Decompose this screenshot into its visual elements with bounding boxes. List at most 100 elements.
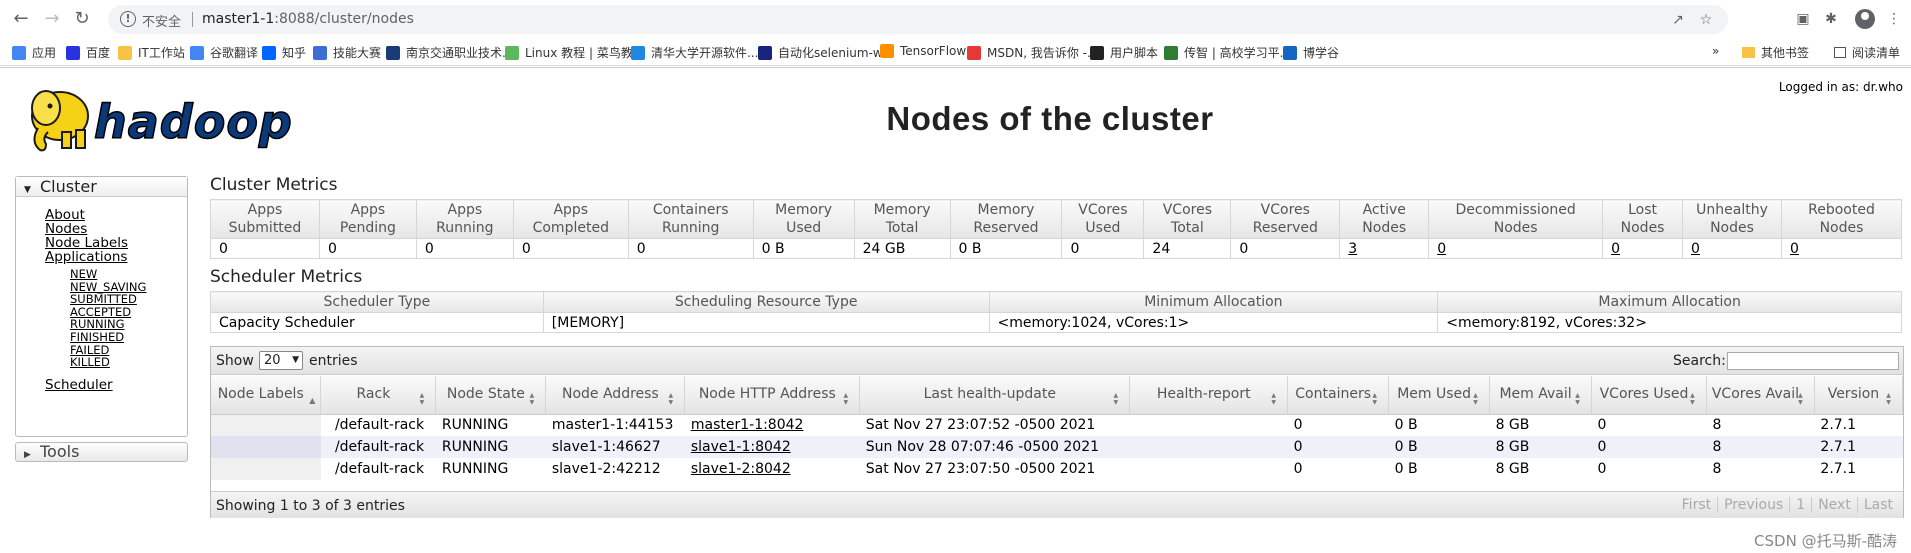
bookmark-item[interactable]: 谷歌翻译: [190, 44, 258, 61]
sidebar-link-scheduler[interactable]: Scheduler: [45, 377, 113, 393]
scheduler-metric-header: Minimum Allocation: [988, 291, 1439, 313]
bookmark-other[interactable]: 其他书签: [1742, 44, 1809, 61]
cluster-metric-value: 24: [1143, 238, 1232, 259]
bookmark-item[interactable]: 自动化selenium-w...: [758, 44, 893, 61]
nodes-column-header-label: Last health-update: [923, 386, 1056, 403]
node-http-address-link[interactable]: slave1-2:8042: [691, 461, 791, 477]
sidebar-app-state-killed[interactable]: KILLED: [70, 355, 110, 369]
cluster-metric-header-line: Nodes: [1710, 220, 1754, 236]
bookmarks-more-button[interactable]: »: [1712, 44, 1719, 58]
back-arrow-icon[interactable]: ←: [9, 7, 33, 31]
pager-next-button[interactable]: Next: [1811, 497, 1857, 513]
bookmark-label: 用户脚本: [1110, 46, 1159, 60]
pager-previous-button[interactable]: Previous: [1717, 497, 1789, 513]
cluster-metric-header: VCores Used: [1061, 199, 1145, 239]
sort-both-icon: ▲▼: [528, 391, 536, 406]
tab-search-icon[interactable]: ▣: [1793, 9, 1813, 29]
nodes-column-header[interactable]: Rack ▲▼: [320, 376, 437, 415]
cluster-metric-header-line: Containers: [652, 202, 729, 218]
bookmark-item[interactable]: IT工作站: [118, 44, 185, 61]
cluster-metric-header-line: Total: [885, 220, 919, 236]
warning-icon: !: [120, 11, 136, 27]
table-cell: Sun Nov 28 07:07:46 -0500 2021: [859, 436, 1130, 458]
cluster-metric-header-line: Reserved: [973, 220, 1039, 236]
share-icon[interactable]: ↗: [1668, 10, 1688, 30]
sidebar-tools-header[interactable]: ▶ Tools: [15, 442, 188, 462]
nodes-column-header[interactable]: Mem Used ▲▼: [1388, 376, 1491, 415]
nodes-column-header[interactable]: Version ▲▼: [1814, 376, 1904, 415]
search-input[interactable]: [1727, 352, 1899, 370]
cluster-metric-header: Decommissioned Nodes: [1428, 199, 1604, 239]
page-size-select[interactable]: 20 ▼: [259, 351, 303, 370]
bookmark-item[interactable]: TensorFlow: [880, 44, 966, 58]
url-text[interactable]: master1-1:8088/cluster/nodes: [202, 11, 414, 27]
cluster-metric-header: Memory Total: [853, 199, 951, 239]
profile-avatar-icon[interactable]: [1855, 9, 1875, 29]
pager-last-button[interactable]: Last: [1856, 497, 1899, 513]
table-cell: /default-rack: [320, 414, 436, 436]
forward-arrow-icon[interactable]: →: [40, 7, 64, 31]
sort-both-icon: ▲▼: [1688, 391, 1696, 406]
bookmark-item[interactable]: Linux 教程 | 菜鸟教...: [505, 44, 644, 61]
nodes-column-header[interactable]: VCores Used ▲▼: [1591, 376, 1707, 415]
table-cell: [211, 436, 321, 458]
cluster-metric-link[interactable]: 0: [1790, 241, 1799, 257]
bookmark-label: 清华大学开源软件...: [651, 46, 759, 60]
folder-icon: [1742, 47, 1755, 58]
cluster-metric-value: 0: [1780, 238, 1903, 259]
nodes-column-header[interactable]: Node Labels ▲: [211, 376, 322, 415]
pager-first-button[interactable]: First: [1676, 497, 1717, 513]
node-http-address-link[interactable]: slave1-1:8042: [691, 439, 791, 455]
cluster-metric-link[interactable]: 0: [1437, 241, 1446, 257]
cluster-metric-header-line: Used: [786, 220, 822, 236]
bookmark-item[interactable]: 知乎: [262, 44, 306, 61]
cluster-metric-link[interactable]: 0: [1611, 241, 1620, 257]
nodes-column-header[interactable]: Node State ▲▼: [435, 376, 547, 415]
cluster-metric-header: Unhealthy Nodes: [1682, 199, 1782, 239]
cluster-metric-header-line: Submitted: [228, 220, 302, 236]
table-cell: [1129, 414, 1288, 436]
bookmark-reading-list[interactable]: 阅读清单: [1834, 44, 1900, 61]
nodes-column-header[interactable]: Mem Avail ▲▼: [1489, 376, 1593, 415]
extensions-icon[interactable]: ✱: [1821, 9, 1841, 29]
cluster-metric-header-line: Running: [662, 220, 720, 236]
reload-icon[interactable]: ↻: [70, 7, 94, 31]
bookmark-item[interactable]: 用户脚本: [1090, 44, 1158, 61]
table-cell: 8: [1706, 414, 1815, 436]
cluster-metric-header: Lost Nodes: [1602, 199, 1684, 239]
hadoop-elephant-logo-icon[interactable]: hadoop: [16, 80, 316, 160]
bookmark-item[interactable]: MSDN, 我告诉你 -...: [967, 44, 1098, 61]
bookmark-item[interactable]: 技能大赛: [313, 44, 381, 61]
bookmark-item[interactable]: 百度: [66, 44, 110, 61]
sort-both-icon: ▲▼: [842, 391, 850, 406]
nodes-column-header[interactable]: Health-report ▲▼: [1129, 376, 1289, 415]
bookmark-item[interactable]: 传智 | 高校学习平...: [1164, 44, 1291, 61]
nodes-column-header-label: Health-report: [1156, 386, 1251, 403]
table-cell: /default-rack: [320, 436, 436, 458]
cluster-metric-header: Memory Used: [752, 199, 855, 239]
bookmark-item[interactable]: 博学谷: [1283, 44, 1339, 61]
nodes-column-header[interactable]: Node HTTP Address ▲▼: [684, 376, 861, 415]
nodes-column-header[interactable]: VCores Avail ▲▼: [1706, 376, 1815, 415]
nodes-column-header-label: VCores Used: [1599, 386, 1689, 403]
chevron-right-icon: »: [1712, 44, 1720, 58]
table-cell: slave1-2:8042: [684, 458, 860, 480]
cluster-metric-link[interactable]: 3: [1348, 241, 1357, 257]
star-icon[interactable]: ☆: [1696, 10, 1716, 30]
sort-both-icon: ▲▼: [1472, 391, 1480, 406]
sidebar-link-applications[interactable]: Applications: [45, 249, 127, 265]
pager-1-button[interactable]: 1: [1789, 497, 1811, 513]
nodes-column-header[interactable]: Last health-update ▲▼: [859, 376, 1131, 415]
menu-dots-icon[interactable]: ⋮: [1884, 9, 1904, 29]
cluster-metric-link[interactable]: 0: [1691, 241, 1700, 257]
bookmark-item[interactable]: 南京交通职业技术...: [386, 44, 513, 61]
bookmark-item[interactable]: 清华大学开源软件...: [631, 44, 758, 61]
address-bar[interactable]: ! 不安全 master1-1:8088/cluster/nodes ↗ ☆: [108, 5, 1728, 34]
nodes-column-header[interactable]: Containers ▲▼: [1287, 376, 1390, 415]
nodes-column-header[interactable]: Node Address ▲▼: [545, 376, 686, 415]
bookmark-other-label: 其他书签: [1761, 46, 1810, 60]
bookmark-item[interactable]: 应用: [12, 44, 56, 61]
node-http-address-link[interactable]: master1-1:8042: [691, 417, 804, 433]
sidebar-cluster-header[interactable]: ▼ Cluster: [16, 177, 187, 197]
entries-label: entries: [309, 353, 358, 369]
